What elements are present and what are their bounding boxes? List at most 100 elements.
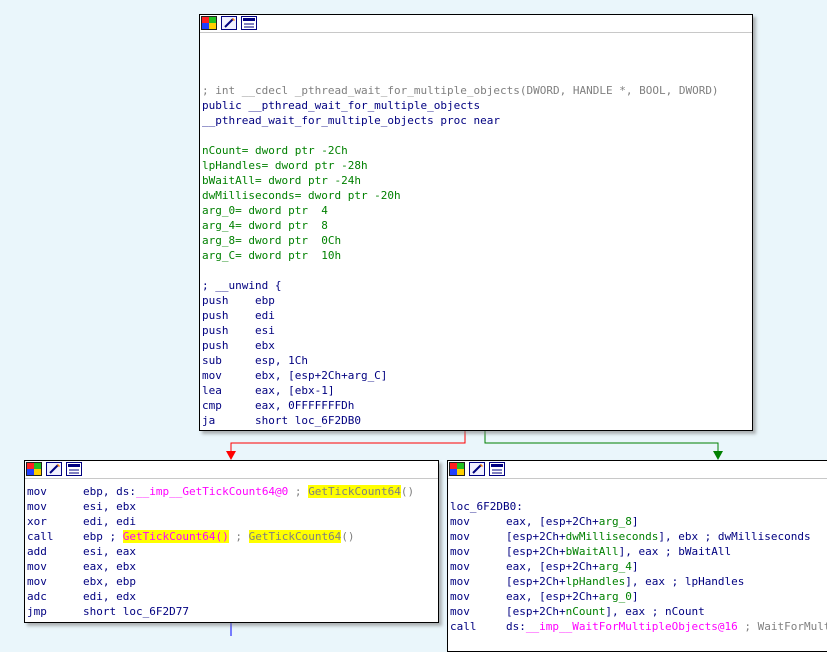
node-toolbar bbox=[25, 461, 438, 479]
comment-parens: () bbox=[341, 530, 355, 543]
function-entry-block[interactable]: ; int __cdecl _pthread_wait_for_multiple… bbox=[199, 14, 753, 431]
stack-arg-c[interactable]: arg_C= dword ptr 10h bbox=[202, 248, 719, 263]
mnemonic: add bbox=[27, 545, 47, 558]
instruction-line[interactable]: jmp short loc_6F2D77 bbox=[27, 604, 414, 619]
mnemonic: mov bbox=[450, 515, 470, 528]
operands-tail: ], eax ; bWaitAll bbox=[618, 545, 732, 558]
instruction-line[interactable]: mov ebx, [esp+2Ch+arg_C] bbox=[202, 368, 719, 383]
mnemonic: jmp bbox=[27, 605, 47, 618]
stack-var-ncount[interactable]: nCount= dword ptr -2Ch bbox=[202, 143, 719, 158]
operands-tail: ] bbox=[631, 560, 639, 573]
instruction-line[interactable]: mov ebp, ds:__imp__GetTickCount64@0 ; Get… bbox=[27, 484, 414, 499]
import-symbol[interactable]: __imp__GetTickCount64@0 bbox=[136, 485, 288, 498]
instruction-line[interactable]: mov esi, ebx bbox=[27, 499, 414, 514]
rename-pencil-icon[interactable] bbox=[221, 16, 237, 30]
highlighted-call-target[interactable]: GetTickCount64() bbox=[122, 530, 229, 543]
graph-view-icon[interactable] bbox=[241, 16, 257, 30]
graph-view-icon[interactable] bbox=[489, 462, 505, 476]
instruction-line[interactable]: lea eax, [ebx-1] bbox=[202, 383, 719, 398]
graph-view-icon[interactable] bbox=[66, 462, 82, 476]
instruction-line[interactable]: mov ebx, ebp bbox=[27, 574, 414, 589]
mnemonic: call bbox=[27, 530, 54, 543]
comment-separator: ; bbox=[288, 485, 309, 498]
rename-pencil-icon[interactable] bbox=[46, 462, 62, 476]
instruction-line[interactable]: push ebp bbox=[202, 293, 719, 308]
stack-var-dwmilliseconds[interactable]: dwMilliseconds= dword ptr -20h bbox=[202, 188, 719, 203]
instruction-line[interactable]: mov [esp+2Ch+dwMilliseconds], ebx ; dwMil… bbox=[450, 529, 827, 544]
instruction-line[interactable]: adc edi, edx bbox=[27, 589, 414, 604]
instruction-line[interactable]: mov [esp+2Ch+bWaitAll], eax ; bWaitAll bbox=[450, 544, 827, 559]
instruction-line[interactable]: mov [esp+2Ch+nCount], eax ; nCount bbox=[450, 604, 827, 619]
stack-var-ref[interactable]: nCount bbox=[566, 605, 606, 618]
instruction-line[interactable]: push ebx bbox=[202, 338, 719, 353]
instruction-line[interactable]: sub esp, 1Ch bbox=[202, 353, 719, 368]
stack-var-lphandles[interactable]: lpHandles= dword ptr -28h bbox=[202, 158, 719, 173]
stack-var-ref[interactable]: arg_0 bbox=[599, 590, 632, 603]
color-palette-icon[interactable] bbox=[26, 462, 42, 476]
loc-label[interactable]: loc_6F2DB0: bbox=[450, 499, 827, 514]
false-branch-edge[interactable] bbox=[230, 429, 466, 452]
instruction-line[interactable]: push edi bbox=[202, 308, 719, 323]
mnemonic: adc bbox=[27, 590, 47, 603]
instruction-line[interactable]: cmp eax, 0FFFFFFFDh bbox=[202, 398, 719, 413]
operands: ebp ; bbox=[83, 530, 123, 543]
color-palette-icon[interactable] bbox=[449, 462, 465, 476]
operands-tail: ], ebx ; dwMilliseconds bbox=[658, 530, 811, 543]
highlighted-symbol[interactable]: GetTickCount64 bbox=[248, 530, 342, 543]
waitformultipleobjects-block[interactable]: loc_6F2DB0: mov eax, [esp+2Ch+arg_8] mov[… bbox=[447, 460, 827, 652]
color-palette-icon[interactable] bbox=[201, 16, 217, 30]
operands: eax, [esp+2Ch+ bbox=[506, 590, 599, 603]
false-branch-arrowhead bbox=[226, 451, 236, 460]
gettickcount-code: mov ebp, ds:__imp__GetTickCount64@0 ; Get… bbox=[27, 484, 414, 619]
stack-var-ref[interactable]: lpHandles bbox=[566, 575, 626, 588]
mnemonic: mov bbox=[27, 485, 47, 498]
function-prototype-comment: ; int __cdecl _pthread_wait_for_multiple… bbox=[202, 84, 719, 97]
stack-arg-4[interactable]: arg_4= dword ptr 8 bbox=[202, 218, 719, 233]
instruction-line[interactable]: mov [esp+2Ch+lpHandles], eax ; lpHandles bbox=[450, 574, 827, 589]
stack-arg-0[interactable]: arg_0= dword ptr 4 bbox=[202, 203, 719, 218]
operands: ds: bbox=[506, 620, 526, 633]
mnemonic: call bbox=[450, 620, 477, 633]
import-symbol[interactable]: __imp__WaitForMultipleObjects@16 bbox=[526, 620, 738, 633]
function-entry-code: ; int __cdecl _pthread_wait_for_multiple… bbox=[202, 38, 719, 428]
operands: short loc_6F2D77 bbox=[83, 605, 189, 618]
operands: [esp+2Ch+ bbox=[506, 530, 566, 543]
operands: [esp+2Ch+ bbox=[506, 545, 566, 558]
operands: [esp+2Ch+ bbox=[506, 575, 566, 588]
operands: edi, edx bbox=[83, 590, 136, 603]
mnemonic: mov bbox=[450, 590, 470, 603]
instruction-line[interactable]: add esi, eax bbox=[27, 544, 414, 559]
stack-arg-8[interactable]: arg_8= dword ptr 0Ch bbox=[202, 233, 719, 248]
instruction-line[interactable]: mov eax, [esp+2Ch+arg_0] bbox=[450, 589, 827, 604]
instruction-line[interactable]: push esi bbox=[202, 323, 719, 338]
node-toolbar bbox=[200, 15, 752, 33]
operands: esi, ebx bbox=[83, 500, 136, 513]
mnemonic: mov bbox=[450, 545, 470, 558]
stack-var-ref[interactable]: arg_8 bbox=[599, 515, 632, 528]
instruction-line[interactable]: call ebp ; GetTickCount64() ; GetTickCoun… bbox=[27, 529, 414, 544]
mnemonic: mov bbox=[450, 530, 470, 543]
instruction-line[interactable]: ja short loc_6F2DB0 bbox=[202, 413, 719, 428]
highlighted-symbol[interactable]: GetTickCount64 bbox=[308, 485, 401, 498]
operands: eax, [esp+2Ch+ bbox=[506, 515, 599, 528]
stack-var-bwaitall[interactable]: bWaitAll= dword ptr -24h bbox=[202, 173, 719, 188]
stack-var-ref[interactable]: dwMilliseconds bbox=[566, 530, 659, 543]
mnemonic: mov bbox=[450, 575, 470, 588]
true-branch-edge[interactable] bbox=[484, 429, 719, 452]
instruction-line[interactable]: mov eax, [esp+2Ch+arg_4] bbox=[450, 559, 827, 574]
gettickcount-block[interactable]: mov ebp, ds:__imp__GetTickCount64@0 ; Get… bbox=[24, 460, 439, 623]
instruction-line[interactable]: mov eax, [esp+2Ch+arg_8] bbox=[450, 514, 827, 529]
public-declaration: public __pthread_wait_for_multiple_objec… bbox=[202, 99, 481, 112]
operands: eax, [esp+2Ch+ bbox=[506, 560, 599, 573]
rename-pencil-icon[interactable] bbox=[469, 462, 485, 476]
instruction-line[interactable]: call ds:__imp__WaitForMultipleObjects@16 … bbox=[450, 619, 827, 634]
instruction-line[interactable]: xor edi, edi bbox=[27, 514, 414, 529]
instruction-line[interactable]: mov eax, ebx bbox=[27, 559, 414, 574]
stack-var-ref[interactable]: arg_4 bbox=[599, 560, 632, 573]
operands: [esp+2Ch+ bbox=[506, 605, 566, 618]
stack-var-ref[interactable]: bWaitAll bbox=[566, 545, 619, 558]
